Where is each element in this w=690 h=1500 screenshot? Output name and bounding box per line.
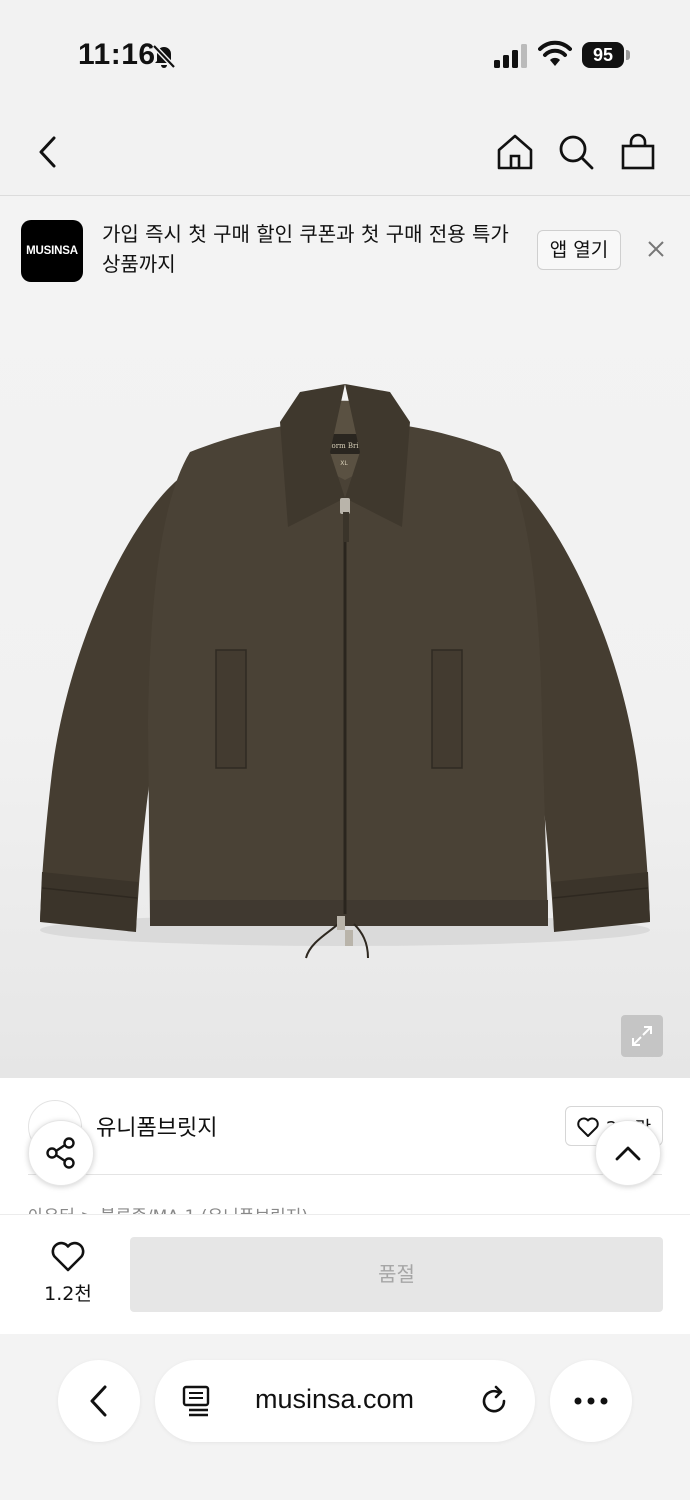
battery-level: 95 — [582, 42, 624, 68]
battery-indicator: 95 — [582, 42, 630, 68]
more-icon — [574, 1397, 608, 1405]
jacket-size-label: XL — [340, 460, 348, 467]
musinsa-logo: MUSINSA — [21, 220, 83, 282]
chevron-left-icon — [90, 1385, 107, 1417]
open-app-button[interactable]: 앱 열기 — [537, 230, 621, 270]
share-button[interactable] — [28, 1120, 94, 1186]
chevron-left-icon — [39, 136, 56, 168]
back-button[interactable] — [26, 130, 70, 174]
status-bar: 11:16 95 — [0, 0, 690, 110]
chevron-up-icon — [615, 1146, 641, 1161]
expand-image-button[interactable] — [621, 1015, 663, 1057]
url-text[interactable]: musinsa.com — [255, 1384, 414, 1415]
browser-back-button[interactable] — [58, 1360, 140, 1442]
product-info: 유니폼브릿지 2.1만 아우터 > 블루종/MA-1 (유니폼브릿지) — [0, 1078, 690, 1214]
close-icon[interactable] — [642, 235, 670, 263]
divider — [28, 1174, 662, 1175]
search-icon — [559, 135, 594, 170]
scroll-top-button[interactable] — [595, 1120, 661, 1186]
brand-name[interactable]: 유니폼브릿지 — [96, 1110, 217, 1142]
reader-mode-icon[interactable] — [181, 1384, 211, 1418]
soldout-button[interactable]: 품절 — [130, 1237, 663, 1312]
wish-count: 1.2천 — [44, 1283, 92, 1305]
cellular-signal-icon — [494, 44, 527, 68]
heart-icon[interactable] — [50, 1239, 86, 1273]
shopping-bag-icon — [621, 133, 655, 170]
category-breadcrumb[interactable]: 아우터 > 블루종/MA-1 (유니폼브릿지) — [28, 1202, 308, 1214]
jacket-photo: Uniform Bridge XL — [40, 384, 650, 959]
address-bar[interactable]: musinsa.com — [155, 1360, 535, 1442]
reload-icon[interactable] — [477, 1384, 511, 1418]
wifi-icon — [538, 40, 572, 66]
bell-muted-icon — [152, 44, 176, 69]
product-image[interactable]: Uniform Bridge XL — [0, 302, 690, 1078]
home-icon — [497, 134, 533, 170]
browser-more-button[interactable] — [550, 1360, 632, 1442]
browser-toolbar: musinsa.com — [0, 1334, 690, 1500]
share-icon — [46, 1137, 75, 1169]
app-promo-banner: MUSINSA 가입 즉시 첫 구매 할인 쿠폰과 첫 구매 전용 특가 상품까… — [0, 197, 690, 302]
home-button[interactable] — [493, 130, 537, 174]
purchase-bar: 1.2천 품절 — [0, 1214, 690, 1334]
expand-icon — [632, 1026, 652, 1046]
battery-tip — [626, 50, 630, 60]
status-time: 11:16 — [78, 38, 156, 71]
promo-message: 가입 즉시 첫 구매 할인 쿠폰과 첫 구매 전용 특가 상품까지 — [102, 222, 509, 276]
cart-button[interactable] — [616, 130, 660, 174]
search-button[interactable] — [554, 130, 598, 174]
heart-icon — [577, 1117, 599, 1137]
nav-header — [0, 110, 690, 196]
